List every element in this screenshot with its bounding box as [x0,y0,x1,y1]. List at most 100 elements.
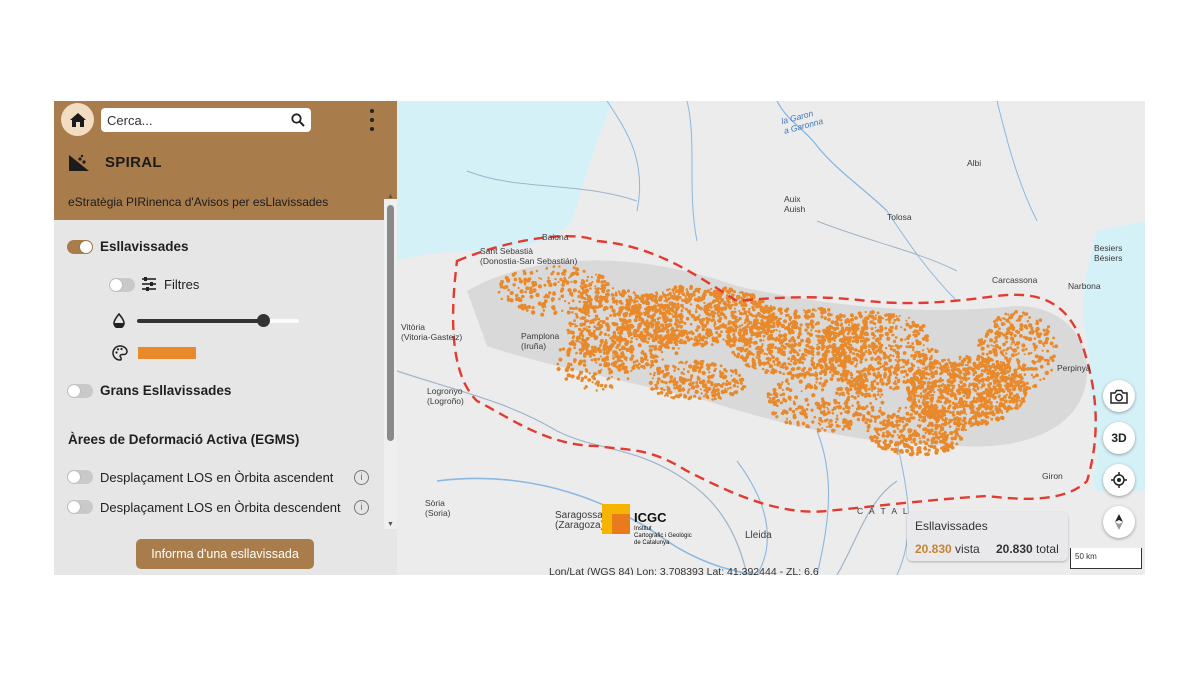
landslide-point [525,286,530,291]
landslide-point [939,426,943,430]
esllavissades-toggle[interactable] [67,240,93,254]
landslide-point [541,305,545,309]
landslide-point [577,307,582,312]
landslide-point [929,394,933,397]
landslide-point [1000,361,1003,364]
landslide-point [805,384,810,389]
scroll-thumb[interactable] [387,205,394,441]
landslide-point [792,339,796,342]
landslide-point [689,377,693,380]
landslide-point [535,269,539,273]
landslide-point [892,348,896,353]
landslide-point [898,419,902,423]
ascendent-info-icon[interactable]: i [354,470,369,485]
landslide-point [959,380,963,384]
home-button[interactable] [61,103,94,136]
landslide-point [958,422,962,426]
landslide-point [1021,380,1025,384]
landslide-point [612,300,616,304]
ascendent-toggle[interactable] [67,470,93,484]
opacity-slider-thumb[interactable] [257,314,271,327]
landslide-point [912,416,916,420]
landslide-point [999,401,1003,406]
landslide-point [593,357,598,362]
landslide-point [727,303,732,309]
landslide-point [692,343,696,347]
landslide-point [1014,405,1019,410]
landslide-point [950,379,955,384]
landslide-point [725,382,728,386]
landslide-point [738,325,742,328]
landslide-point [856,417,861,422]
landslide-point [706,367,710,371]
sidebar-scrollbar[interactable]: ▲ ▼ [384,193,397,529]
landslide-point [1005,340,1008,344]
landslide-point [546,279,550,283]
landslide-point [643,300,646,303]
landslide-point [548,282,553,287]
landslide-point [552,291,556,295]
landslide-point [654,308,658,312]
landslide-point [892,429,897,434]
landslide-point [608,384,613,389]
screenshot-button[interactable] [1103,380,1135,412]
landslide-point [699,342,702,345]
landslide-point [987,364,991,368]
landslide-point [926,380,931,385]
landslide-point [905,319,908,322]
landslide-point [660,387,664,391]
landslide-point [738,333,742,337]
landslide-point [698,306,701,309]
landslide-point [587,330,590,334]
landslide-point [701,379,706,384]
scale-bar: 50 km [1070,548,1142,569]
landslide-point [751,305,755,310]
landslide-point [946,392,950,396]
scroll-down-icon[interactable]: ▼ [387,521,394,528]
report-landslide-button[interactable]: Informa d'una esllavissada [136,539,314,569]
landslide-point [998,390,1001,394]
landslide-point [1014,377,1017,380]
landslide-point [674,290,678,294]
grans-esllavissades-toggle[interactable] [67,384,93,398]
landslide-point [998,386,1002,391]
landslide-point [750,293,756,298]
landslide-point [981,352,985,356]
landslide-point [867,423,871,427]
compass-button[interactable] [1103,506,1135,538]
locate-button[interactable] [1103,464,1135,496]
map-view[interactable]: la Garon a Garonna Albi Auix Auish Tolos… [397,101,1145,575]
landslide-point [506,277,511,283]
landslide-point [583,297,587,300]
landslide-point [675,295,680,300]
descendent-toggle[interactable] [67,500,93,514]
landslide-point [609,314,612,317]
landslide-point [916,431,919,435]
landslide-point [763,352,766,355]
search-input[interactable] [101,112,293,128]
more-menu-icon[interactable] [364,109,380,131]
landslide-point [612,354,614,357]
landslide-point [694,335,697,339]
landslide-point [566,328,570,332]
egms-section-title: Àrees de Deformació Activa (EGMS) [68,432,300,447]
landslide-point [912,357,916,361]
landslide-point [705,311,710,316]
opacity-slider[interactable] [137,314,299,327]
scroll-up-icon[interactable]: ▲ [387,193,394,200]
landslide-point [796,366,800,371]
descendent-info-icon[interactable]: i [354,500,369,515]
landslide-point [766,320,771,325]
landslide-point [924,411,929,416]
search-icon[interactable] [291,113,305,127]
layer-color-swatch[interactable] [138,347,196,359]
landslide-point [931,361,936,366]
landslide-point [759,326,763,330]
landslide-point [693,338,697,341]
landslide-point [928,405,933,410]
landslide-point [578,327,582,332]
3d-button[interactable]: 3D [1103,422,1135,454]
landslide-point [651,344,655,348]
filtres-toggle[interactable] [109,278,135,292]
landslide-point [819,410,824,415]
